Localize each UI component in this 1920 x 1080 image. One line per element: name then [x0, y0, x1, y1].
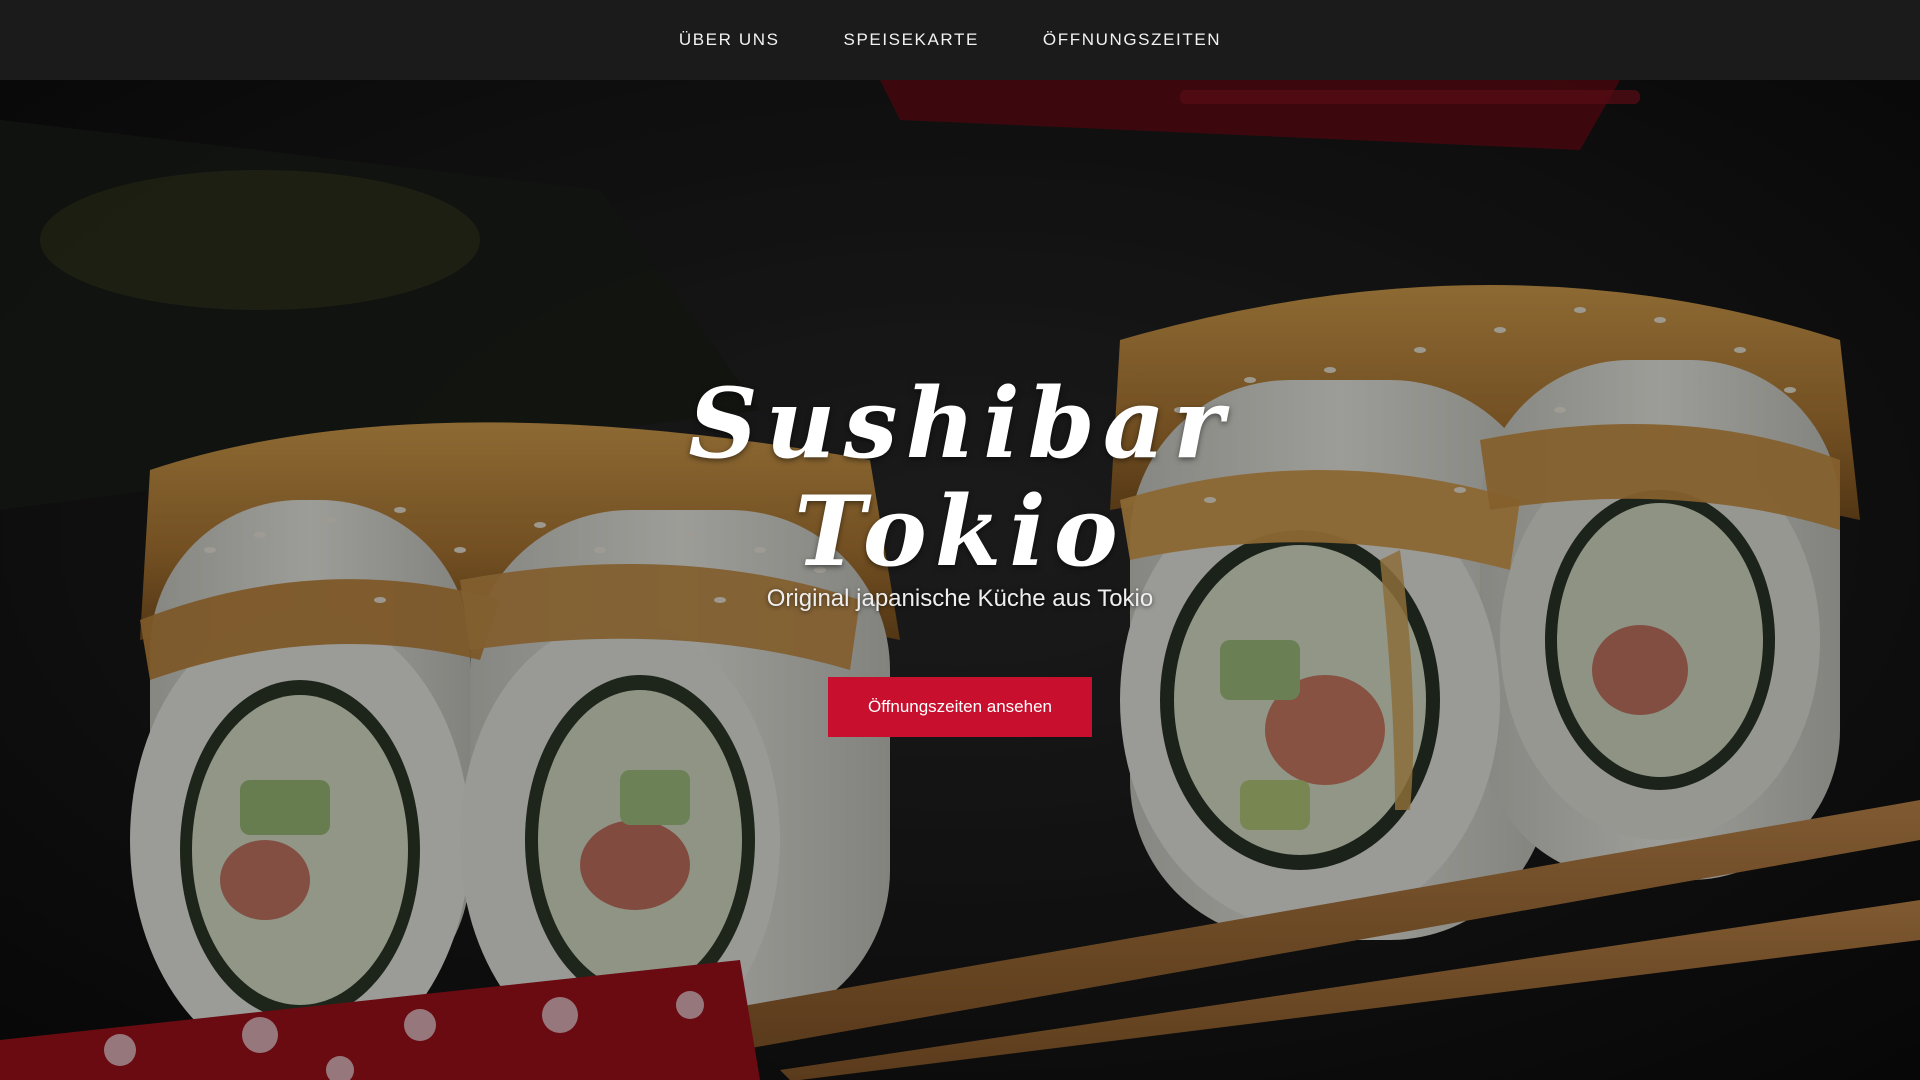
- nav-link-ueber-uns[interactable]: ÜBER UNS: [679, 30, 780, 49]
- nav-item-speisekarte: SPEISEKARTE: [844, 30, 979, 50]
- hero-title-line-1: Sushibar: [688, 367, 1232, 480]
- page: ÜBER UNS SPEISEKARTE ÖFFNUNGSZEITEN Sush…: [0, 0, 1920, 1080]
- opening-hours-button[interactable]: Öffnungszeiten ansehen: [828, 677, 1092, 737]
- nav-list: ÜBER UNS SPEISEKARTE ÖFFNUNGSZEITEN: [679, 30, 1221, 50]
- hero-content: Sushibar Tokio Original japanische Küche…: [0, 80, 1920, 1080]
- nav-link-oeffnungszeiten[interactable]: ÖFFNUNGSZEITEN: [1043, 30, 1221, 49]
- hero-section: Sushibar Tokio Original japanische Küche…: [0, 80, 1920, 1080]
- hero-title: Sushibar Tokio: [660, 370, 1260, 586]
- nav-item-ueber-uns: ÜBER UNS: [679, 30, 780, 50]
- nav-link-speisekarte[interactable]: SPEISEKARTE: [844, 30, 979, 49]
- hero-subtitle: Original japanische Küche aus Tokio: [766, 585, 1154, 612]
- nav-item-oeffnungszeiten: ÖFFNUNGSZEITEN: [1043, 30, 1221, 50]
- hero-title-line-2: Tokio: [794, 475, 1126, 588]
- top-navigation: ÜBER UNS SPEISEKARTE ÖFFNUNGSZEITEN: [0, 0, 1920, 80]
